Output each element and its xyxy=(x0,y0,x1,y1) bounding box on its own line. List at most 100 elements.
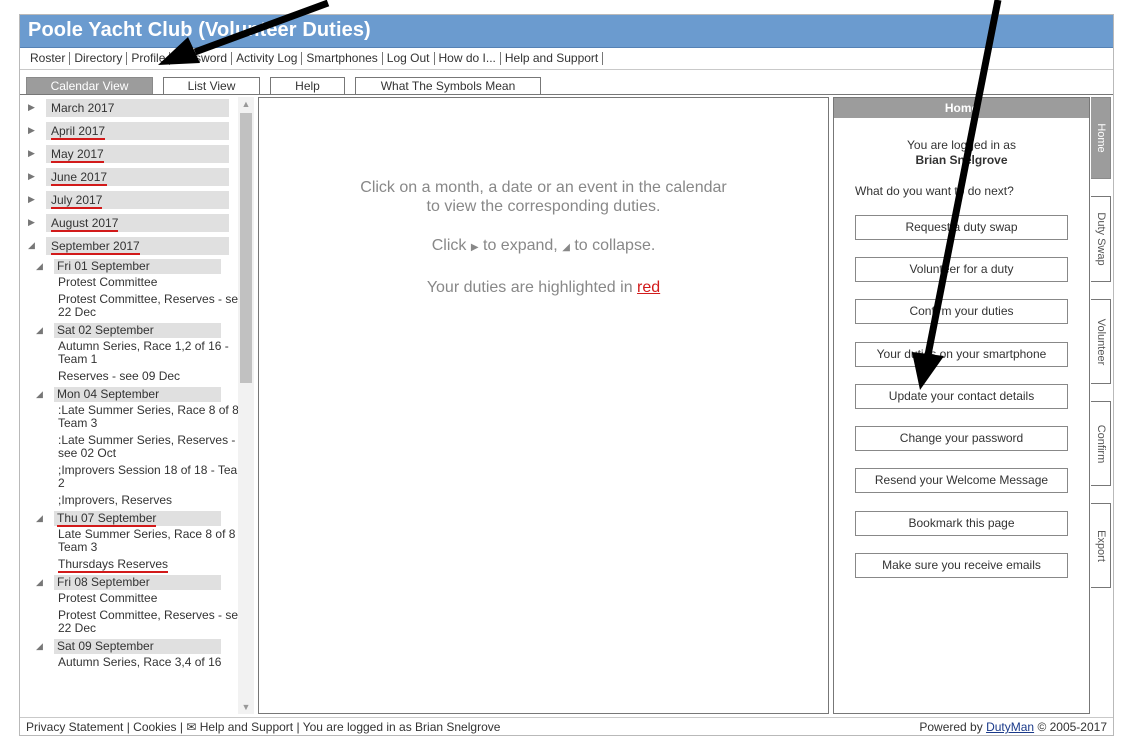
month-node[interactable]: ▶ May 2017 xyxy=(24,143,254,166)
month-node[interactable]: ▶ July 2017 xyxy=(24,189,254,212)
duties-on-smartphone-button[interactable]: Your duties on your smartphone xyxy=(855,342,1068,367)
receive-emails-button[interactable]: Make sure you receive emails xyxy=(855,553,1068,578)
resend-welcome-message-button[interactable]: Resend your Welcome Message xyxy=(855,468,1068,493)
menu-log-out[interactable]: Log Out xyxy=(383,52,435,65)
duty-item[interactable]: :Late Summer Series, Race 8 of 8 - Team … xyxy=(24,403,254,433)
privacy-statement-link[interactable]: Privacy Statement xyxy=(26,720,123,734)
expand-collapse-hint: Click ▶ to expand, ◢ to collapse. xyxy=(431,237,656,254)
duty-item[interactable]: Autumn Series, Race 3,4 of 16 xyxy=(24,655,254,672)
day-list: ◢ Fri 01 September Protest Committee Protes… xyxy=(24,258,254,672)
date-node[interactable]: ◢ Sat 02 September xyxy=(24,322,254,339)
month-node[interactable]: ▶ March 2017 xyxy=(24,97,254,120)
duty-label: :Late Summer Series, Reserves - see 02 O… xyxy=(58,433,236,460)
duty-label: :Late Summer Series, Race 8 of 8 - Team … xyxy=(58,403,247,430)
scroll-down-icon[interactable]: ▼ xyxy=(238,700,254,714)
duty-label: Thursdays Reserves xyxy=(58,557,169,573)
duty-item[interactable]: Protest Committee, Reserves - see 22 Dec xyxy=(24,292,254,322)
month-node[interactable]: ▶ April 2017 xyxy=(24,120,254,143)
duty-item[interactable]: Protest Committee xyxy=(24,275,254,292)
app-window: Poole Yacht Club (Volunteer Duties) Rost… xyxy=(19,14,1114,736)
side-tab-confirm[interactable]: Confirm xyxy=(1091,401,1111,486)
menu-bar: Roster Directory Profile Password Activi… xyxy=(20,48,1113,70)
highlight-hint: Your duties are highlighted in red xyxy=(426,279,661,296)
date-node[interactable]: ◢ Thu 07 September xyxy=(24,510,254,527)
menu-smartphones[interactable]: Smartphones xyxy=(302,52,383,65)
menu-profile[interactable]: Profile xyxy=(127,52,171,65)
side-tab-volunteer[interactable]: Volunteer xyxy=(1091,299,1111,384)
collapse-arrow-icon: ◢ xyxy=(562,242,570,253)
side-tab-home[interactable]: Home xyxy=(1091,97,1111,179)
scroll-thumb[interactable] xyxy=(240,113,252,383)
month-node-expanded[interactable]: ◢ September 2017 xyxy=(24,235,254,258)
menu-roster[interactable]: Roster xyxy=(26,52,71,65)
collapse-arrow-icon[interactable]: ◢ xyxy=(36,325,43,336)
home-panel: Home You are logged in as Brian Snelgrov… xyxy=(833,97,1090,714)
instruction-line-2: to view the corresponding duties. xyxy=(426,198,661,215)
change-password-button[interactable]: Change your password xyxy=(855,426,1068,451)
duty-item[interactable]: :Late Summer Series, Reserves - see 02 O… xyxy=(24,433,254,463)
duty-label: Reserves - see 09 Dec xyxy=(58,369,181,383)
collapse-arrow-icon[interactable]: ◢ xyxy=(28,240,35,251)
tab-calendar-view[interactable]: Calendar View xyxy=(26,77,153,95)
month-label: August 2017 xyxy=(51,216,119,232)
dutyman-link[interactable]: DutyMan xyxy=(986,720,1034,734)
date-node[interactable]: ◢ Fri 08 September xyxy=(24,574,254,591)
date-label: Fri 01 September xyxy=(57,259,150,273)
footer-help-link[interactable]: Help and Support xyxy=(200,720,293,734)
menu-help-and-support[interactable]: Help and Support xyxy=(501,52,604,65)
collapse-arrow-icon[interactable]: ◢ xyxy=(36,641,43,652)
scroll-up-icon[interactable]: ▲ xyxy=(238,97,254,111)
expand-arrow-icon[interactable]: ▶ xyxy=(28,217,35,228)
tab-list-view[interactable]: List View xyxy=(163,77,260,95)
month-node[interactable]: ▶ August 2017 xyxy=(24,212,254,235)
duty-item[interactable]: ;Improvers Session 18 of 18 - Team 2 xyxy=(24,463,254,493)
duty-item[interactable]: Protest Committee, Reserves - see 22 Dec xyxy=(24,608,254,638)
duty-label: Protest Committee, Reserves - see 22 Dec xyxy=(58,608,245,635)
envelope-icon: ✉ xyxy=(186,720,197,734)
date-node[interactable]: ◢ Mon 04 September xyxy=(24,386,254,403)
menu-directory[interactable]: Directory xyxy=(70,52,128,65)
expand-arrow-icon[interactable]: ▶ xyxy=(28,194,35,205)
duty-item[interactable]: Thursdays Reserves xyxy=(24,557,254,574)
duty-item[interactable]: Late Summer Series, Race 8 of 8 - Team 3 xyxy=(24,527,254,557)
duty-item[interactable]: Reserves - see 09 Dec xyxy=(24,369,254,386)
duty-detail-panel: Click on a month, a date or an event in … xyxy=(258,97,829,714)
collapse-arrow-icon[interactable]: ◢ xyxy=(36,513,43,524)
expand-arrow-icon[interactable]: ▶ xyxy=(28,125,35,136)
duty-label: Protest Committee xyxy=(58,591,158,605)
expand-arrow-icon[interactable]: ▶ xyxy=(28,148,35,159)
expand-arrow-icon[interactable]: ▶ xyxy=(28,102,35,113)
date-node[interactable]: ◢ Fri 01 September xyxy=(24,258,254,275)
volunteer-for-duty-button[interactable]: Volunteer for a duty xyxy=(855,257,1068,282)
bookmark-page-button[interactable]: Bookmark this page xyxy=(855,511,1068,536)
menu-activity-log[interactable]: Activity Log xyxy=(232,52,303,65)
calendar-scrollbar[interactable]: ▲ ▼ xyxy=(238,97,254,714)
duty-item[interactable]: ;Improvers, Reserves xyxy=(24,493,254,510)
duty-label: ;Improvers Session 18 of 18 - Team 2 xyxy=(58,463,248,490)
side-tab-export[interactable]: Export xyxy=(1091,503,1111,588)
month-label: September 2017 xyxy=(51,239,140,255)
request-duty-swap-button[interactable]: Request a duty swap xyxy=(855,215,1068,240)
app-title: Poole Yacht Club (Volunteer Duties) xyxy=(28,19,371,41)
update-contact-details-button[interactable]: Update your contact details xyxy=(855,384,1068,409)
date-node[interactable]: ◢ Sat 09 September xyxy=(24,638,254,655)
collapse-arrow-icon[interactable]: ◢ xyxy=(36,577,43,588)
expand-arrow-icon[interactable]: ▶ xyxy=(28,171,35,182)
tab-what-the-symbols-mean[interactable]: What The Symbols Mean xyxy=(355,77,541,95)
month-node[interactable]: ▶ June 2017 xyxy=(24,166,254,189)
collapse-arrow-icon[interactable]: ◢ xyxy=(36,389,43,400)
tab-help[interactable]: Help xyxy=(270,77,345,95)
month-label: June 2017 xyxy=(51,170,108,186)
date-label: Thu 07 September xyxy=(57,511,157,527)
side-tab-duty-swap[interactable]: Duty Swap xyxy=(1091,196,1111,282)
collapse-arrow-icon[interactable]: ◢ xyxy=(36,261,43,272)
cookies-link[interactable]: Cookies xyxy=(133,720,176,734)
menu-password[interactable]: Password xyxy=(170,52,233,65)
duty-item[interactable]: Protest Committee xyxy=(24,591,254,608)
menu-how-do-i[interactable]: How do I... xyxy=(435,52,501,65)
next-prompt: What do you want to do next? xyxy=(855,184,1014,198)
duty-item[interactable]: Autumn Series, Race 1,2 of 16 - Team 1 xyxy=(24,339,254,369)
date-label: Fri 08 September xyxy=(57,575,150,589)
duty-label: ;Improvers, Reserves xyxy=(58,493,173,507)
confirm-duties-button[interactable]: Confirm your duties xyxy=(855,299,1068,324)
